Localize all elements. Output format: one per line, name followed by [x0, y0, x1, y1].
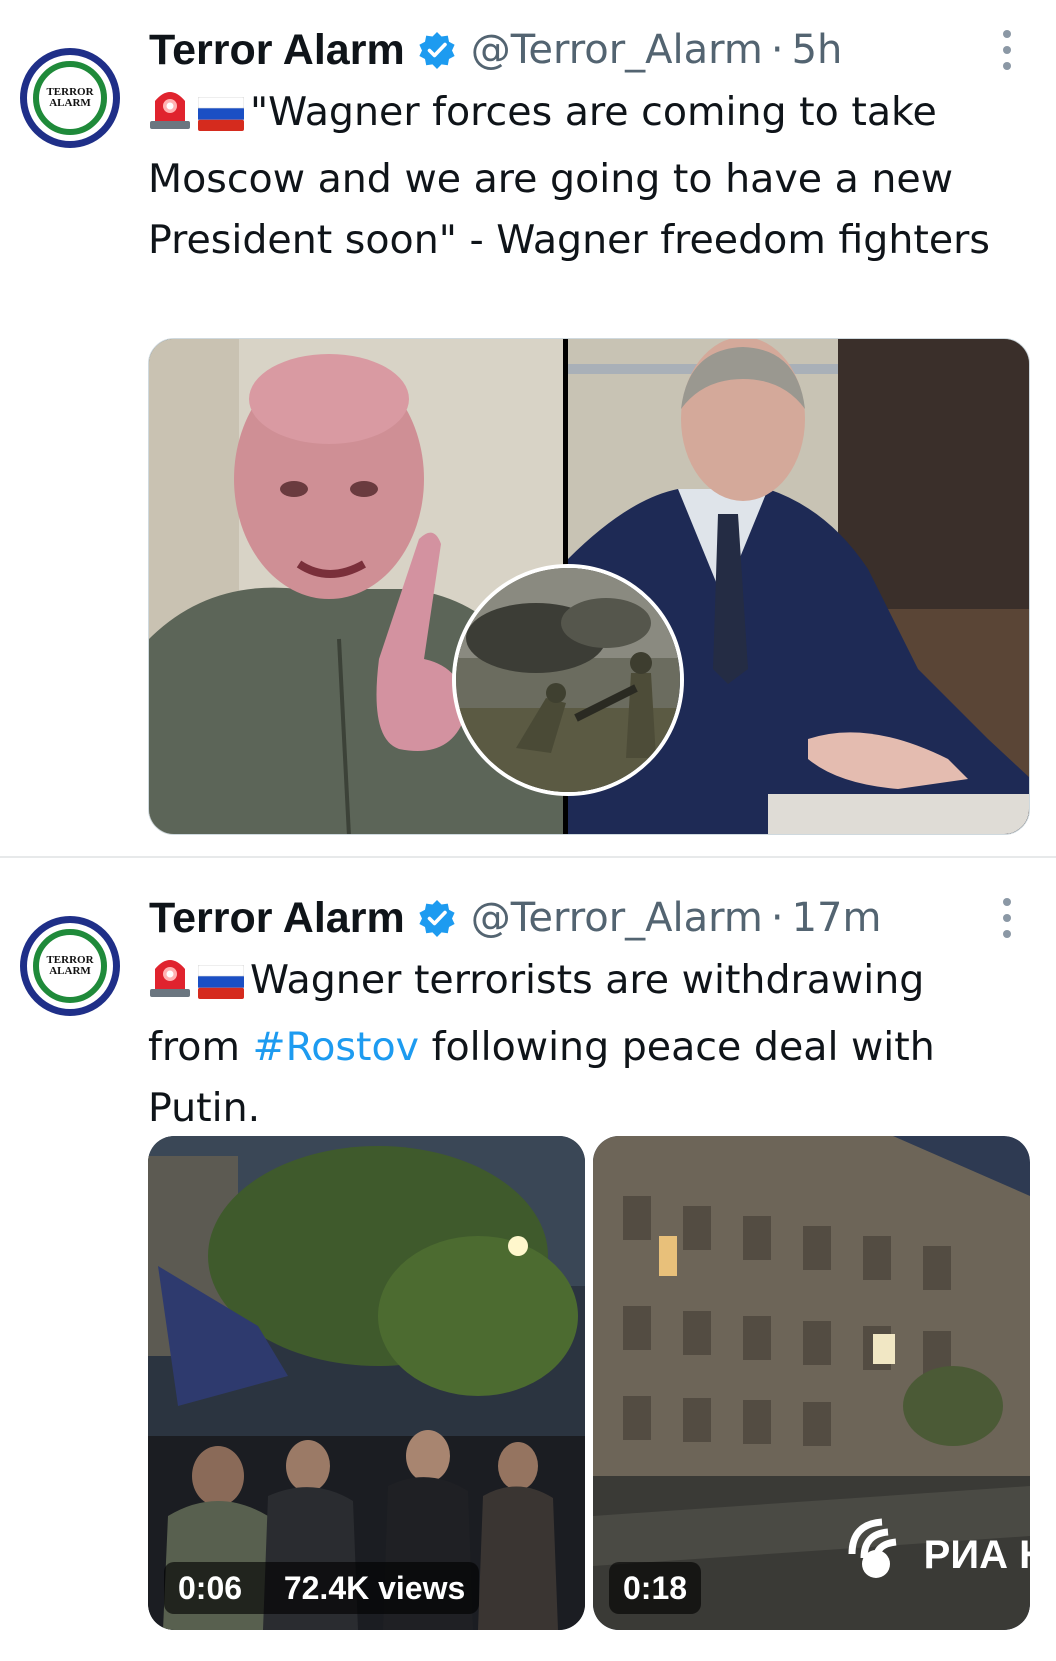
ria-logo-icon	[842, 1514, 914, 1596]
separator-dot: ·	[770, 895, 784, 941]
tweet-2[interactable]: TERROR ALARM Terror Alarm @Terror_Alarm …	[0, 858, 1056, 1661]
video-player-1[interactable]: 0:06 72.4K views	[148, 1136, 585, 1630]
verified-badge-icon	[417, 898, 457, 938]
author-handle[interactable]: @Terror_Alarm	[471, 27, 763, 73]
police-light-icon	[148, 953, 192, 1017]
inset-circle-image	[452, 564, 684, 796]
video-player-2[interactable]: 0:18 РИА Н	[593, 1136, 1030, 1630]
video-duration: 0:18	[623, 1570, 688, 1606]
avatar-logo-text: TERROR ALARM	[46, 86, 94, 109]
video-views: 72.4K views	[283, 1570, 466, 1606]
russia-flag-icon	[197, 956, 245, 1017]
verified-badge-icon	[417, 30, 457, 70]
hashtag-link[interactable]: #Rostov	[252, 1024, 419, 1070]
more-options-icon[interactable]	[1002, 898, 1012, 938]
author-name[interactable]: Terror Alarm	[149, 26, 405, 75]
ria-watermark-text: РИА Н	[923, 1532, 1030, 1577]
timestamp[interactable]: 17m	[792, 895, 882, 941]
tweet-1[interactable]: TERROR ALARM Terror Alarm @Terror_Alarm …	[0, 0, 1056, 856]
tweet-header: Terror Alarm @Terror_Alarm · 5h	[149, 22, 842, 78]
timestamp[interactable]: 5h	[792, 27, 843, 73]
ria-watermark: РИА Н	[842, 1514, 1030, 1596]
more-options-icon[interactable]	[1002, 30, 1012, 70]
separator-dot: ·	[770, 27, 784, 73]
tweet-image[interactable]	[148, 338, 1030, 835]
tweet-body: "Wagner forces are coming to take Moscow…	[148, 89, 990, 263]
video-duration: 0:06	[178, 1570, 243, 1606]
tweet-videos: 0:06 72.4K views 0:18 РИА	[148, 1136, 1030, 1630]
tweet-header: Terror Alarm @Terror_Alarm · 17m	[149, 890, 881, 946]
video-duration-badge: 0:18	[609, 1562, 702, 1614]
avatar-logo-text: TERROR ALARM	[46, 954, 94, 977]
author-name[interactable]: Terror Alarm	[149, 894, 405, 943]
avatar[interactable]: TERROR ALARM	[20, 916, 120, 1016]
video-duration-badge: 0:06 72.4K views	[164, 1562, 480, 1614]
tweet-text: "Wagner forces are coming to take Moscow…	[148, 82, 1028, 271]
author-handle[interactable]: @Terror_Alarm	[471, 895, 763, 941]
russia-flag-icon	[197, 88, 245, 149]
police-light-icon	[148, 85, 192, 149]
avatar[interactable]: TERROR ALARM	[20, 48, 120, 148]
tweet-text: Wagner terrorists are withdrawing from #…	[148, 950, 1028, 1139]
